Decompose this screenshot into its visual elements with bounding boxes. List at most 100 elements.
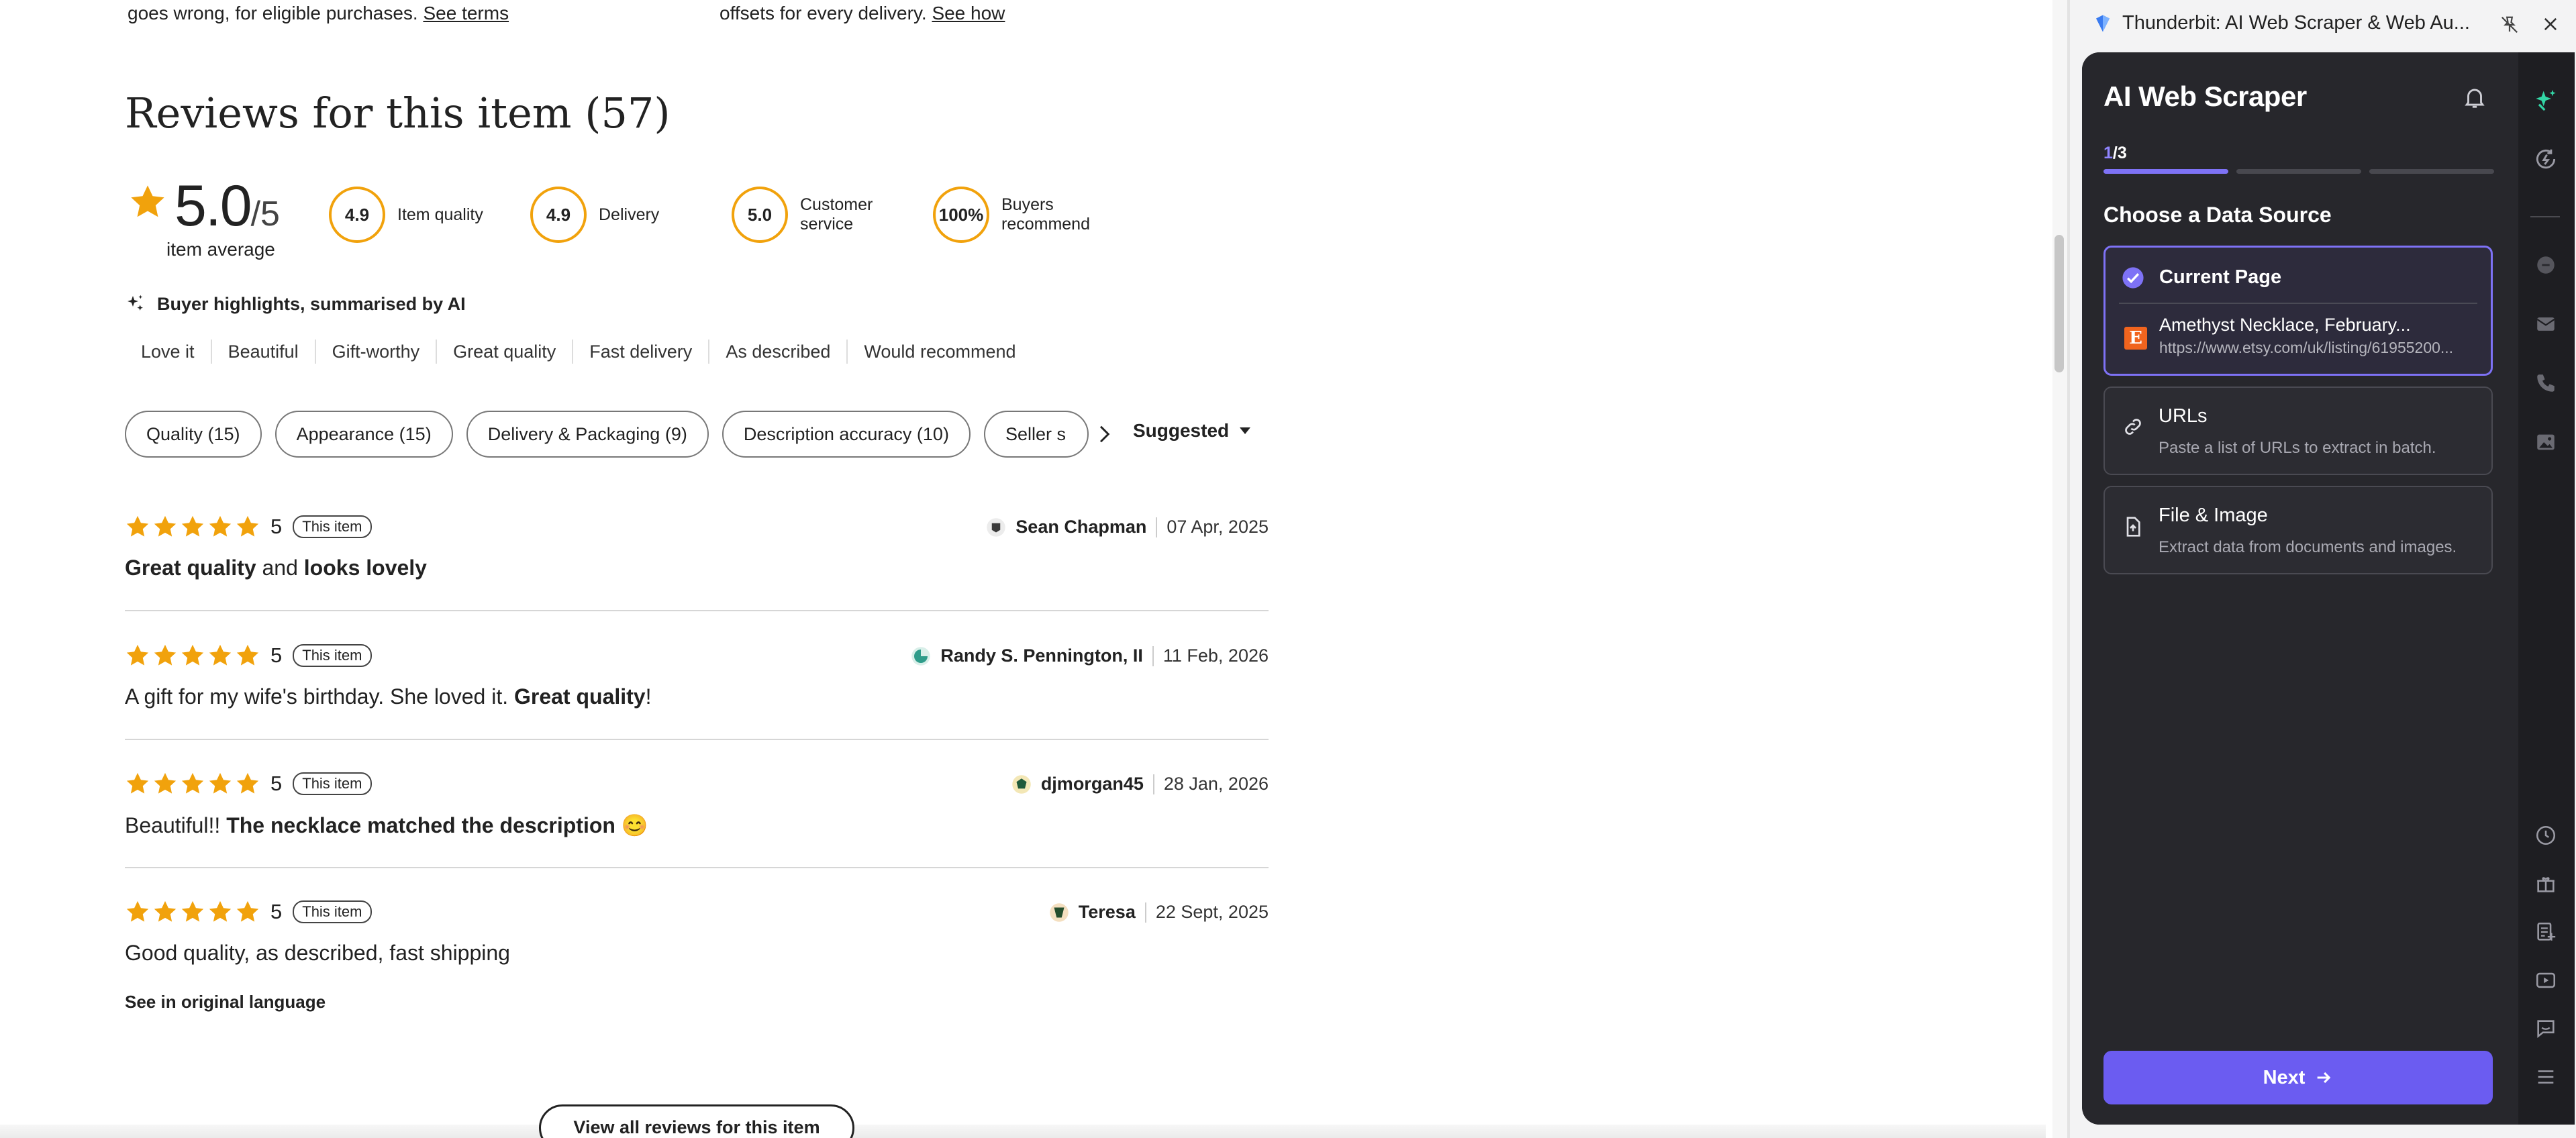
- highlight-chip[interactable]: Great quality: [436, 340, 572, 364]
- extension-window-title-text: Thunderbit: AI Web Scraper & Web Au...: [2122, 12, 2470, 34]
- review-text-bold: Great quality: [125, 556, 256, 580]
- review-text-plain: Beautiful!!: [125, 813, 227, 837]
- rail-menu-button[interactable]: [2532, 1063, 2560, 1091]
- rail-phone-button[interactable]: [2532, 369, 2560, 397]
- etsy-logo-icon: E: [2124, 327, 2147, 350]
- document-list-icon: [2537, 922, 2556, 941]
- filters-next-button[interactable]: [1089, 419, 1120, 450]
- rail-tutorial-button[interactable]: [2532, 966, 2560, 994]
- review-text: Good quality, as described, fast shippin…: [125, 941, 1269, 966]
- reviewer-separator: [1156, 517, 1158, 537]
- unpin-button[interactable]: [2499, 15, 2520, 38]
- reviewer-info: Sean Chapman 07 Apr, 2025: [986, 517, 1269, 537]
- reviewer-name[interactable]: Sean Chapman: [1015, 517, 1146, 537]
- ai-sparkle-icon: [2536, 90, 2556, 111]
- bell-icon: [2465, 89, 2485, 108]
- reviewer-name[interactable]: Teresa: [1079, 902, 1136, 923]
- reviewer-name[interactable]: Randy S. Pennington, II: [940, 645, 1143, 666]
- metric-circle: 4.9: [530, 187, 587, 243]
- average-denominator: /5: [250, 195, 280, 234]
- rail-feedback-button[interactable]: [2532, 1015, 2560, 1043]
- progress-step-2: [2236, 169, 2361, 174]
- star-icon: [154, 644, 177, 666]
- filter-seller-service[interactable]: Seller s: [983, 411, 1089, 458]
- highlight-chip[interactable]: Would recommend: [846, 340, 1032, 364]
- close-icon: [2544, 17, 2557, 31]
- view-all-reviews-button[interactable]: View all reviews for this item: [539, 1104, 854, 1138]
- review-text-bold: The necklace matched the description: [226, 813, 615, 837]
- metric-label-line: Item quality: [397, 205, 483, 224]
- reviewer-name[interactable]: djmorgan45: [1041, 774, 1144, 794]
- see-original-language-link[interactable]: See in original language: [125, 992, 326, 1013]
- filter-quality[interactable]: Quality (15): [125, 411, 262, 458]
- sort-label: Suggested: [1133, 420, 1230, 441]
- star-icon: [181, 644, 204, 666]
- review-item: 5 This item Teresa 22 Sept, 2025 Good qu…: [125, 899, 1269, 966]
- current-page-name: Amethyst Necklace, February...: [2159, 315, 2411, 335]
- review-date: 07 Apr, 2025: [1167, 517, 1269, 537]
- rating-number: 5: [270, 772, 283, 795]
- page: goes wrong, for eligible purchases. See …: [0, 0, 2576, 1138]
- next-button-label: Next: [2263, 1066, 2306, 1088]
- highlight-chip[interactable]: As described: [708, 340, 846, 364]
- rail-scraper-button[interactable]: [2532, 86, 2560, 114]
- link-icon: [2125, 419, 2141, 435]
- metric-item-quality: 4.9 Item quality: [329, 184, 483, 246]
- page-scrollbar[interactable]: [2052, 0, 2067, 1138]
- average-caption: item average: [166, 239, 275, 260]
- this-item-badge: This item: [293, 644, 372, 667]
- avatar[interactable]: [986, 517, 1006, 537]
- avatar[interactable]: [1049, 902, 1069, 923]
- filter-appearance[interactable]: Appearance (15): [275, 411, 453, 458]
- urls-subtitle: Paste a list of URLs to extract in batch…: [2159, 439, 2436, 457]
- current-page-title: Current Page: [2159, 266, 2282, 288]
- close-panel-button[interactable]: [2541, 15, 2560, 37]
- sparkle-icon: [128, 295, 143, 311]
- file-image-option[interactable]: File & Image Extract data from documents…: [2103, 486, 2493, 574]
- rating-number: 5: [270, 900, 283, 923]
- highlight-chip[interactable]: Fast delivery: [572, 340, 708, 364]
- rail-minus-button[interactable]: [2532, 251, 2560, 279]
- metric-circle: 4.9: [329, 187, 385, 243]
- highlight-chip[interactable]: Gift-worthy: [314, 340, 436, 364]
- metric-buyers-recommend: 100% Buyers recommend: [933, 184, 1090, 246]
- rating-number: 5: [270, 515, 283, 538]
- rail-email-button[interactable]: [2532, 310, 2560, 338]
- review-text-plain: A gift for my wife's birthday. She loved…: [125, 684, 514, 709]
- see-how-link[interactable]: See how: [932, 3, 1005, 23]
- review-text: A gift for my wife's birthday. She loved…: [125, 684, 1269, 709]
- metric-label-line: Delivery: [599, 205, 660, 224]
- scraper-rail: [2518, 52, 2575, 1125]
- see-terms-link[interactable]: See terms: [423, 3, 509, 23]
- star-icon: [126, 900, 149, 922]
- filter-delivery-packaging[interactable]: Delivery & Packaging (9): [466, 411, 709, 458]
- filter-description-accuracy[interactable]: Description accuracy (10): [722, 411, 971, 458]
- rail-autofill-button[interactable]: [2532, 145, 2560, 173]
- reviewer-separator: [1152, 645, 1154, 666]
- current-page-option[interactable]: Current Page E Amethyst Necklace, Februa…: [2103, 246, 2493, 376]
- review-divider: [125, 739, 1269, 740]
- metric-circle: 5.0: [732, 187, 788, 243]
- avatar[interactable]: [911, 646, 931, 666]
- sort-dropdown[interactable]: Suggested: [1133, 420, 1252, 442]
- highlight-chip[interactable]: Love it: [125, 340, 211, 364]
- metric-label-line: Customer: [800, 195, 873, 214]
- highlight-chip[interactable]: Beautiful: [210, 340, 315, 364]
- file-upload-icon: [2126, 517, 2140, 537]
- urls-option[interactable]: URLs Paste a list of URLs to extract in …: [2103, 386, 2493, 475]
- next-button[interactable]: Next: [2103, 1051, 2493, 1104]
- rail-history-button[interactable]: [2532, 821, 2560, 849]
- rail-image-button[interactable]: [2532, 428, 2560, 456]
- avatar[interactable]: [1011, 774, 1032, 794]
- notifications-button[interactable]: [2462, 85, 2487, 113]
- image-icon: [2537, 434, 2555, 450]
- review-date: 28 Jan, 2026: [1163, 774, 1269, 794]
- carbon-offset-text: offsets for every delivery. See how: [720, 3, 1005, 24]
- rail-gift-button[interactable]: [2532, 870, 2560, 898]
- star-icon: [126, 515, 149, 537]
- rail-templates-button[interactable]: [2532, 918, 2560, 946]
- page-scrollbar-thumb[interactable]: [2054, 235, 2064, 372]
- metric-label-line: service: [800, 215, 854, 234]
- star-icon: [236, 515, 259, 537]
- review-text-bold: looks lovely: [303, 556, 427, 580]
